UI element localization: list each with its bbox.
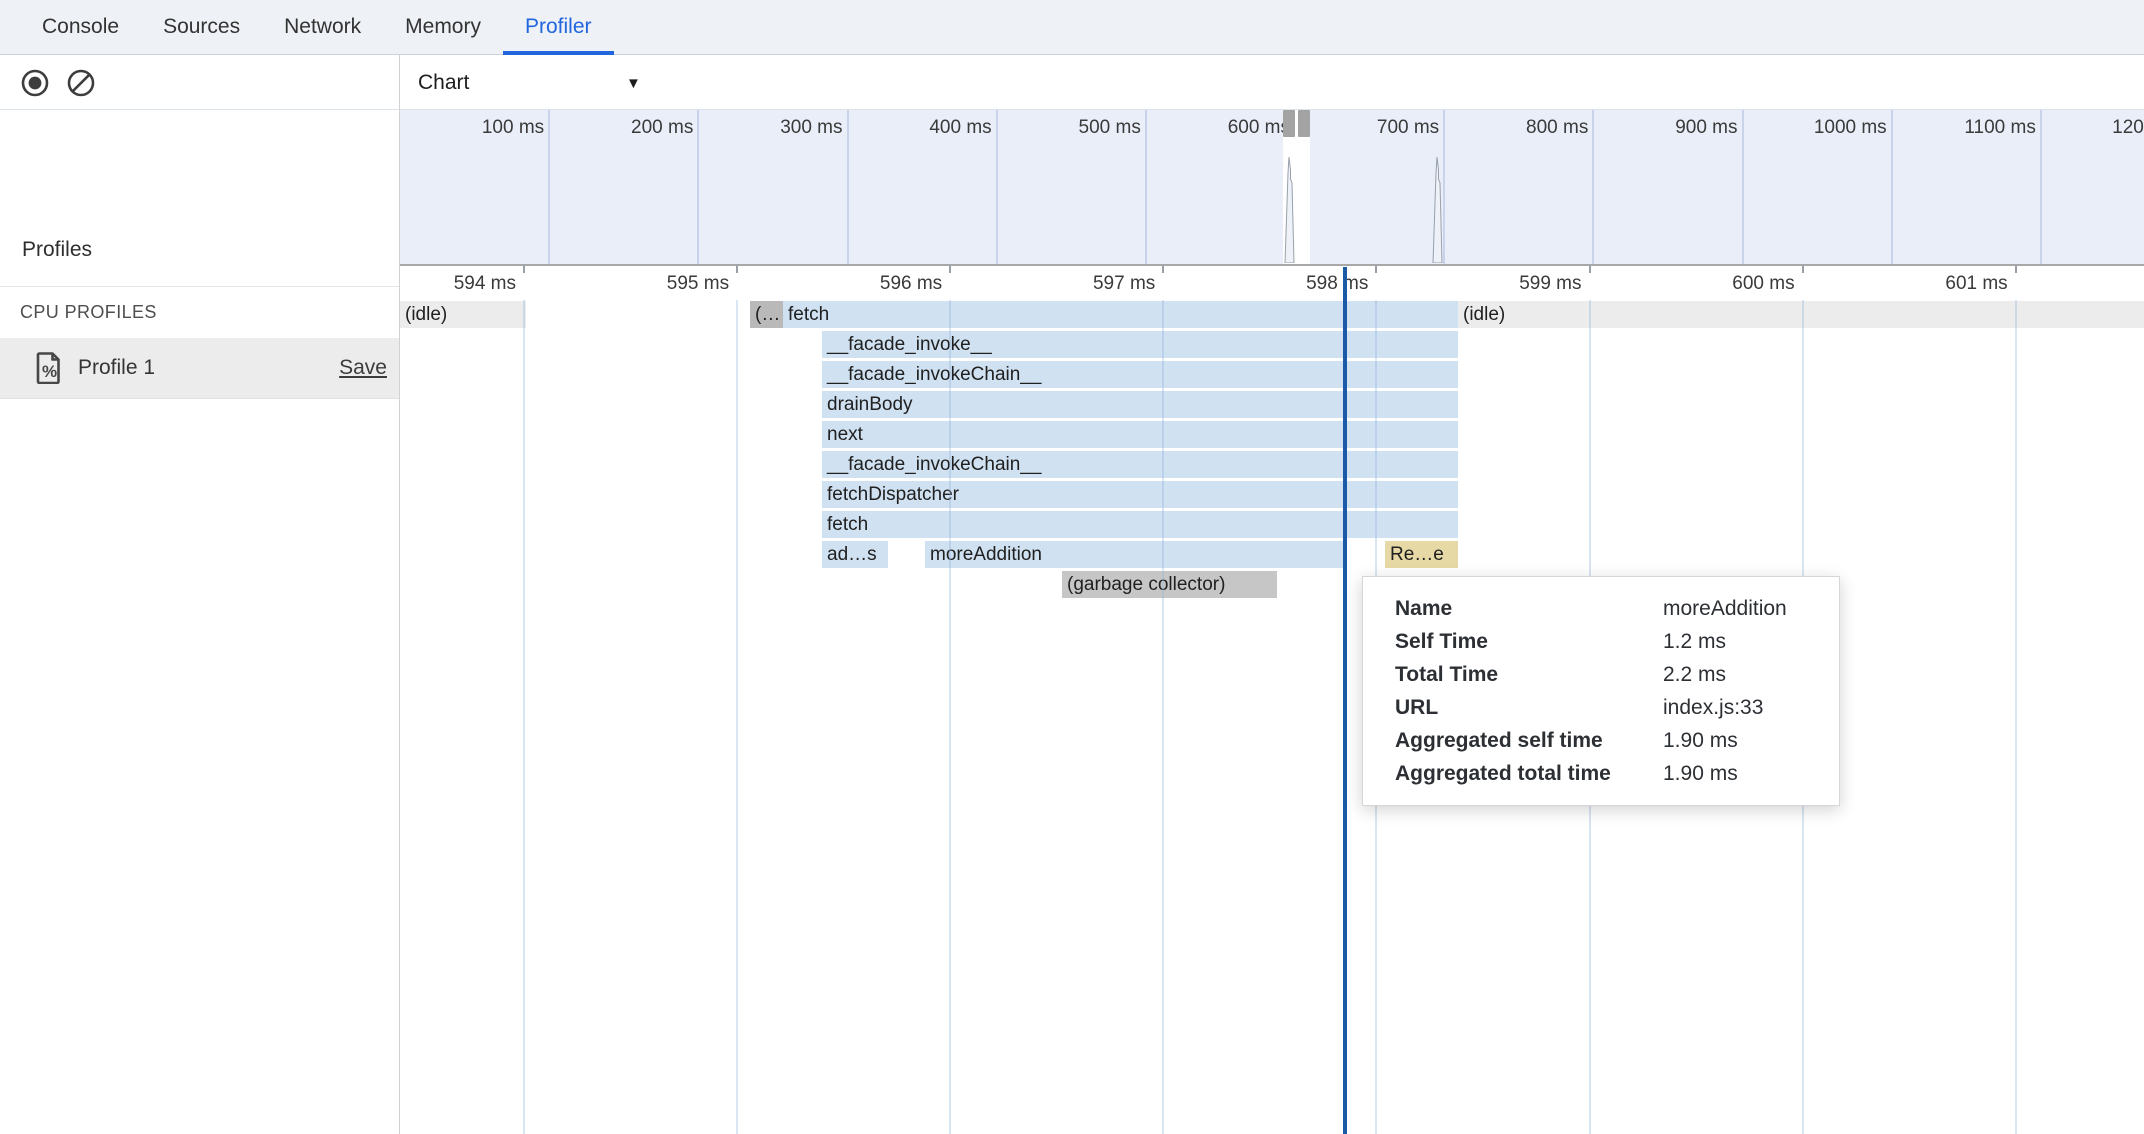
tooltip-row: Total Time2.2 ms [1395,658,1829,691]
tab-bar: ConsoleSourcesNetworkMemoryProfiler [0,0,2144,55]
devtools-window: ConsoleSourcesNetworkMemoryProfiler Char… [0,0,2144,1134]
tooltip-row-value: 1.2 ms [1663,625,1829,658]
tooltip-row-value: 1.90 ms [1663,724,1829,757]
flame-bar[interactable]: (idle) [400,301,526,328]
record-profile-button[interactable] [20,68,50,98]
hover-tooltip: NamemoreAdditionSelf Time1.2 msTotal Tim… [1362,576,1840,806]
cpu-profiles-section-header: CPU PROFILES [20,302,157,323]
flame-bar[interactable]: Re…e [1385,541,1458,568]
chart-toolbar: Chart ▼ [400,56,2144,110]
tooltip-row-label: Name [1395,592,1663,625]
flame-chart: (idle)(…fetch(idle)__facade_invoke____fa… [400,110,2144,1134]
flame-bar[interactable]: fetchDispatcher [822,481,1458,508]
flame-bar[interactable]: (garbage collector) [1062,571,1277,598]
svg-text:%: % [42,362,57,381]
flame-bar[interactable]: __facade_invokeChain__ [822,361,1458,388]
tooltip-row-label: Aggregated total time [1395,757,1663,790]
flame-bar[interactable]: fetch [822,511,1458,538]
tooltip-row: Aggregated self time1.90 ms [1395,724,1829,757]
flame-bar[interactable]: ad…s [822,541,888,568]
tooltip-row-label: URL [1395,691,1663,724]
profile-document-icon: % [36,352,62,384]
view-mode-dropdown[interactable]: Chart ▼ [400,56,690,110]
flame-bar[interactable]: (idle) [1458,301,2144,328]
chevron-down-icon: ▼ [626,75,641,92]
playhead-marker[interactable] [1343,267,1347,1134]
profiles-sidebar: Profiles CPU PROFILES % Profile 1 Save [0,110,399,1134]
sidebar-title: Profiles [22,238,92,262]
tab-sources[interactable]: Sources [141,0,262,54]
tooltip-row: URLindex.js:33 [1395,691,1829,724]
tab-memory[interactable]: Memory [383,0,503,54]
tooltip-row-value: 1.90 ms [1663,757,1829,790]
tooltip-row-value: 2.2 ms [1663,658,1829,691]
flame-bar[interactable]: moreAddition [925,541,1345,568]
clear-profiles-button[interactable] [66,68,96,98]
flame-bar[interactable]: fetch [783,301,1458,328]
tooltip-row: Self Time1.2 ms [1395,625,1829,658]
profile-name: Profile 1 [78,356,155,380]
profiler-chart-panel: 100 ms200 ms300 ms400 ms500 ms600 ms700 … [400,110,2144,1134]
flame-bar[interactable]: drainBody [822,391,1458,418]
tooltip-row: NamemoreAddition [1395,592,1829,625]
tooltip-row-value: moreAddition [1663,592,1829,625]
sidebar-divider [0,286,399,287]
flame-bar[interactable]: next [822,421,1458,448]
flame-bar[interactable]: __facade_invokeChain__ [822,451,1458,478]
profile-list-item[interactable]: % Profile 1 Save [0,338,399,399]
save-profile-link[interactable]: Save [339,356,387,380]
tab-network[interactable]: Network [262,0,383,54]
tab-console[interactable]: Console [20,0,141,54]
tooltip-row-label: Total Time [1395,658,1663,691]
view-mode-value: Chart [418,71,469,95]
tooltip-row: Aggregated total time1.90 ms [1395,757,1829,790]
tooltip-row-label: Self Time [1395,625,1663,658]
flame-bar[interactable]: (… [750,301,783,328]
tooltip-row-label: Aggregated self time [1395,724,1663,757]
flame-bar[interactable]: __facade_invoke__ [822,331,1458,358]
tooltip-row-value: index.js:33 [1663,691,1829,724]
tab-profiler[interactable]: Profiler [503,0,614,54]
profiler-toolbar [0,56,399,110]
